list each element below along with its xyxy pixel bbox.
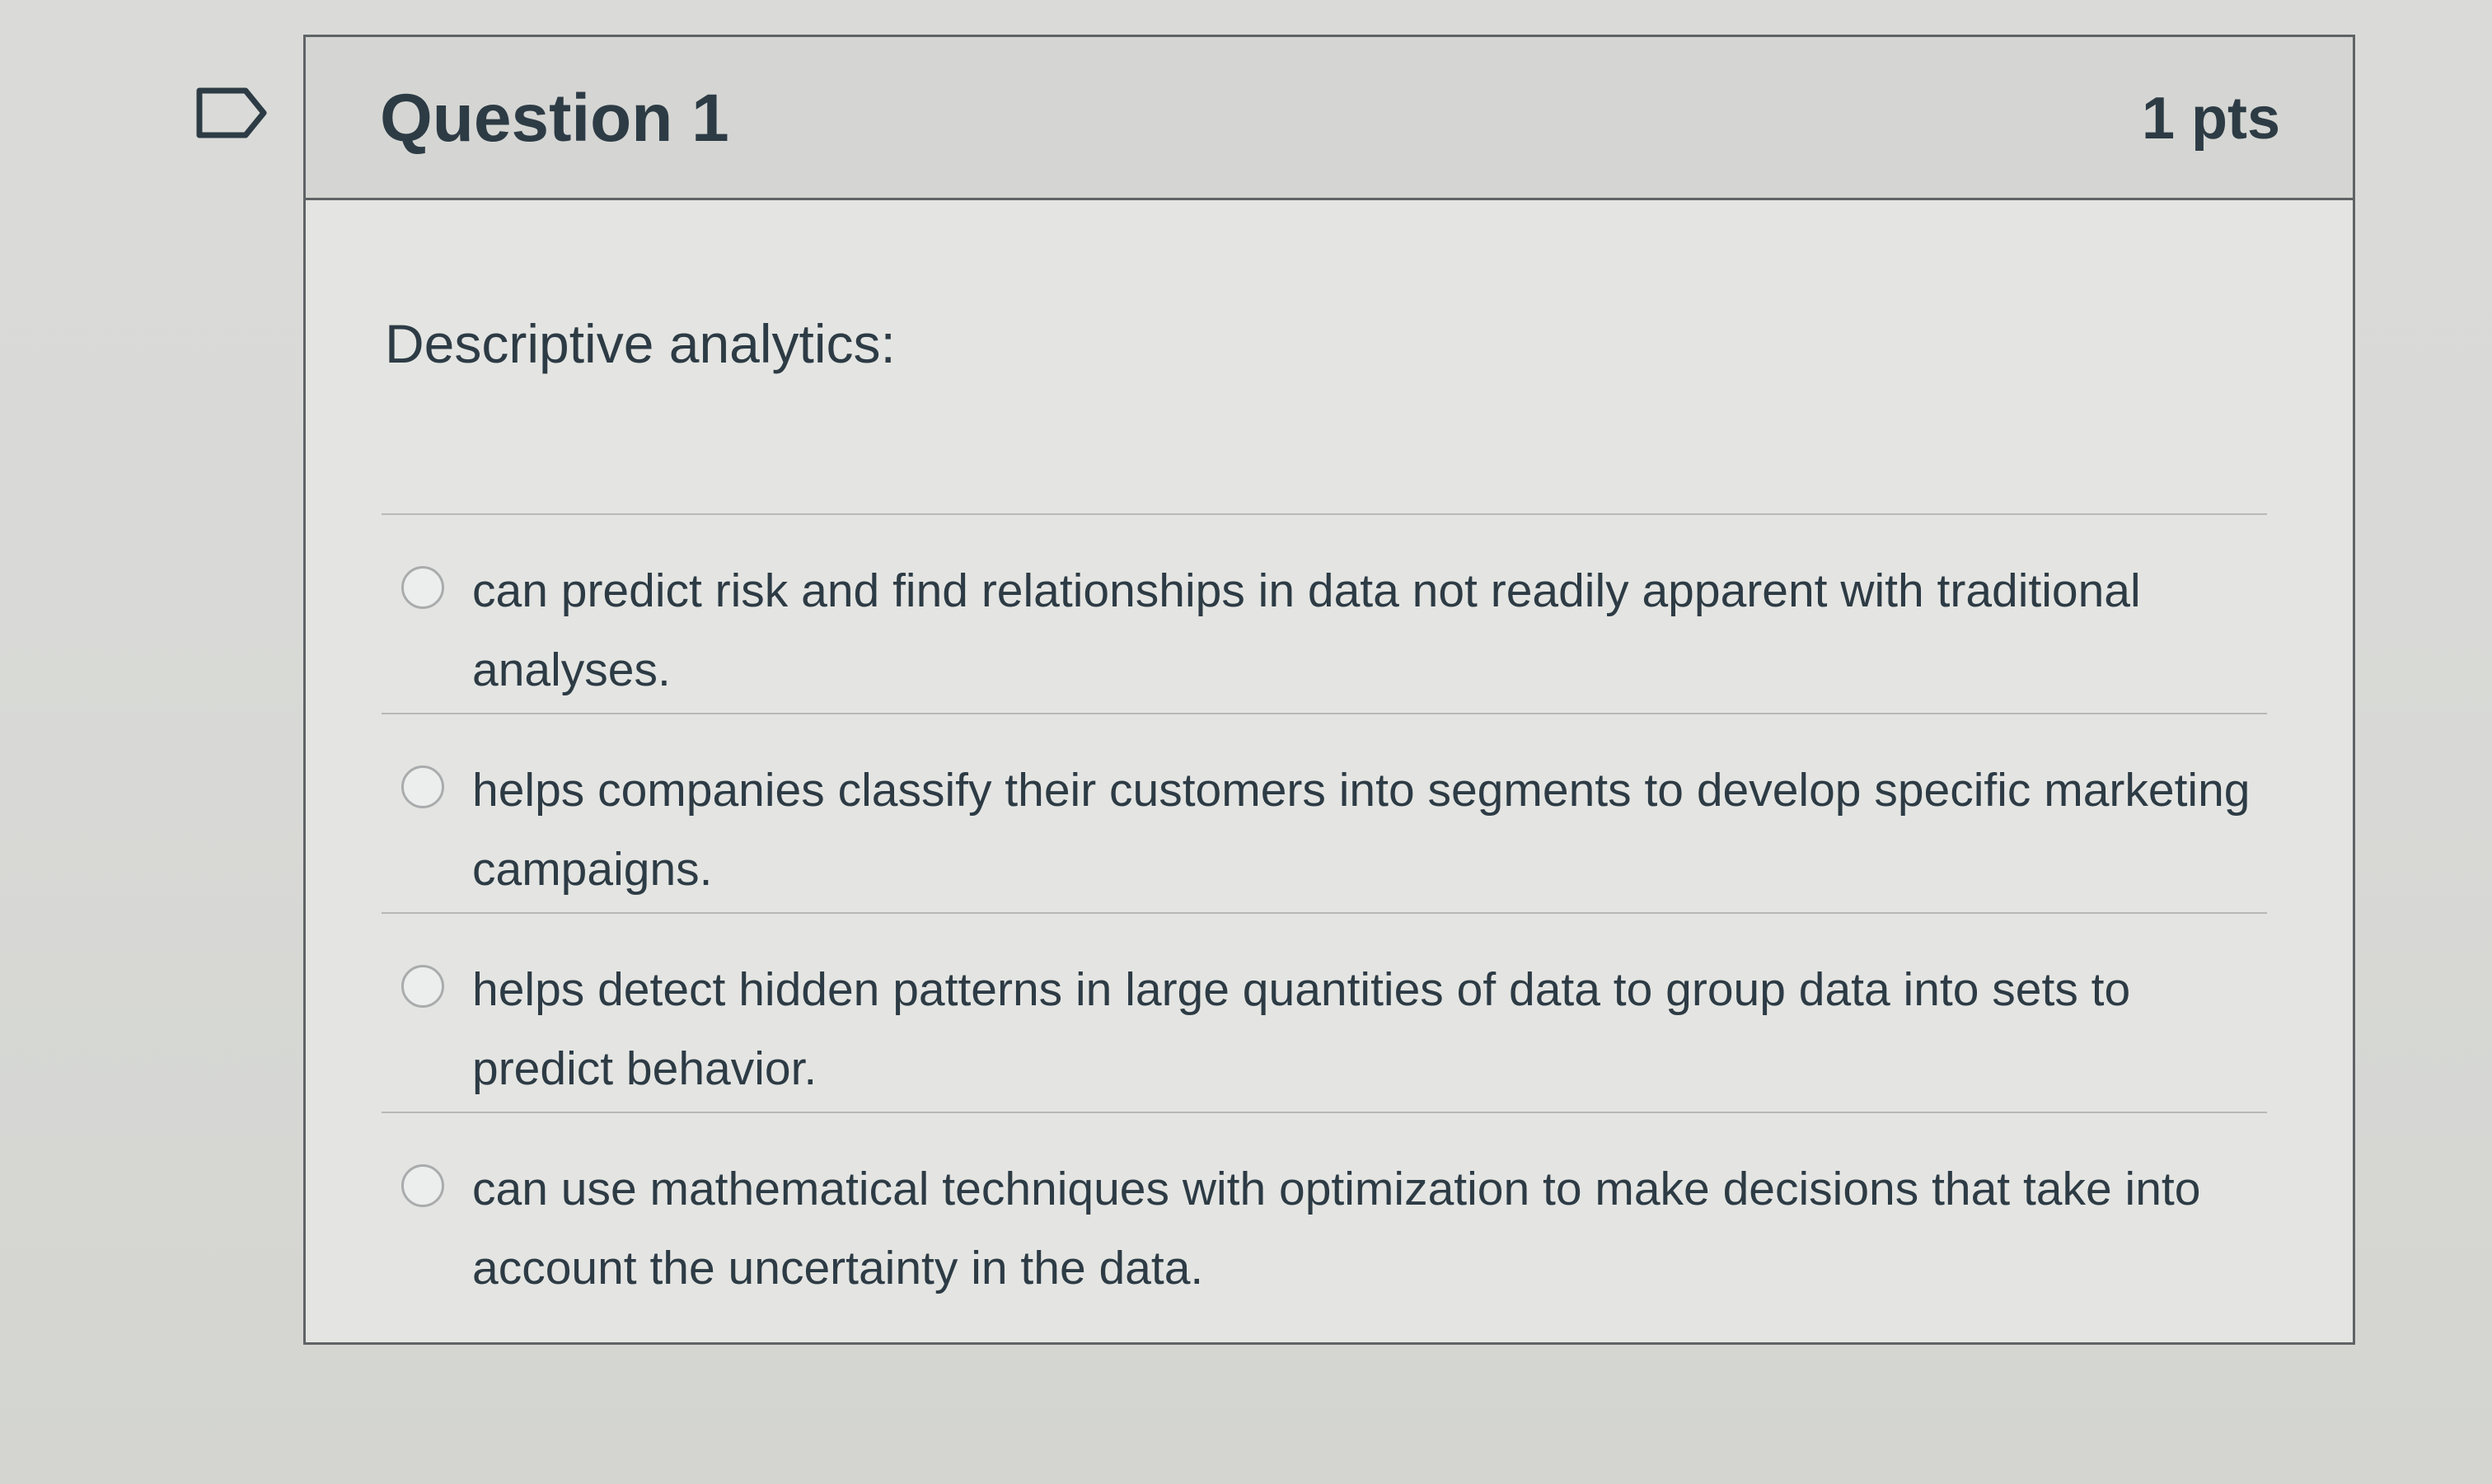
- answer-option[interactable]: helps detect hidden patterns in large qu…: [382, 912, 2267, 1112]
- bookmark-flag-icon[interactable]: [194, 86, 270, 140]
- radio-button-icon[interactable]: [401, 1164, 444, 1207]
- question-points: 1 pts: [2141, 86, 2280, 152]
- radio-button-icon[interactable]: [401, 765, 444, 808]
- radio-button-icon[interactable]: [401, 566, 444, 609]
- answer-option[interactable]: can predict risk and find relationships …: [382, 513, 2267, 713]
- answer-option[interactable]: helps companies classify their customers…: [382, 713, 2267, 912]
- answer-label[interactable]: can predict risk and find relationships …: [472, 551, 2260, 709]
- answer-list: can predict risk and find relationships …: [382, 513, 2267, 1311]
- answer-label[interactable]: can use mathematical techniques with opt…: [472, 1149, 2260, 1308]
- answer-label[interactable]: helps companies classify their customers…: [472, 751, 2260, 909]
- question-header: Question 1 1 pts: [306, 37, 2353, 200]
- question-title: Question 1: [380, 81, 729, 156]
- answer-label[interactable]: helps detect hidden patterns in large qu…: [472, 950, 2260, 1108]
- answer-option[interactable]: can use mathematical techniques with opt…: [382, 1112, 2267, 1311]
- question-prompt: Descriptive analytics:: [385, 313, 896, 374]
- radio-button-icon[interactable]: [401, 965, 444, 1008]
- question-card: Question 1 1 pts Descriptive analytics: …: [303, 35, 2355, 1345]
